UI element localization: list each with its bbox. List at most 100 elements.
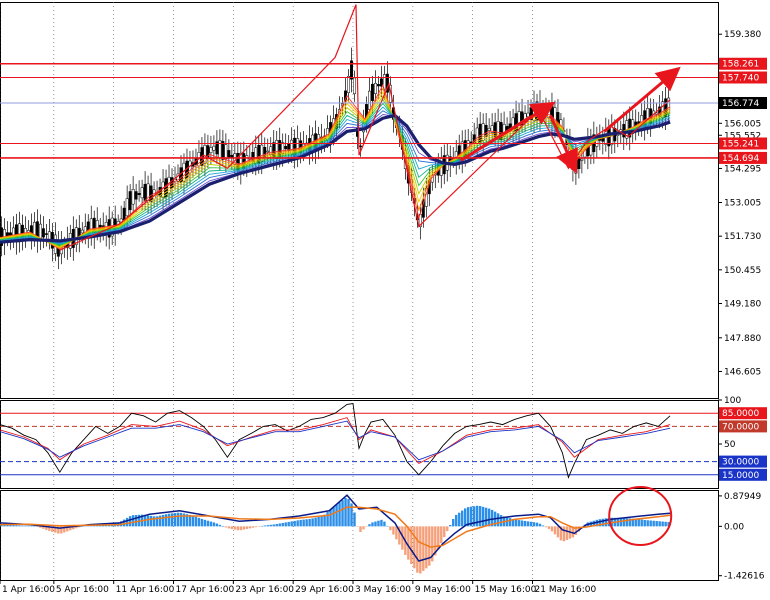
macd-histogram-bar xyxy=(266,525,269,527)
x-tick-label: 11 Apr 16:00 xyxy=(116,585,175,595)
candle-body xyxy=(143,183,147,201)
macd-histogram-bar xyxy=(541,525,545,527)
macd-histogram-bar xyxy=(290,521,293,527)
macd-histogram-bar xyxy=(380,519,383,527)
macd-histogram-bar xyxy=(517,520,521,527)
rsi-level-label: 30.0000 xyxy=(722,458,759,468)
macd-histogram-bar xyxy=(281,522,284,527)
macd-histogram-bar xyxy=(413,526,416,569)
macd-histogram-bar xyxy=(481,506,485,527)
candle-body xyxy=(374,83,377,94)
macd-histogram-bar xyxy=(625,518,628,527)
macd-histogram-bar xyxy=(293,520,296,527)
macd-histogram-bar xyxy=(263,525,266,527)
macd-histogram-bar xyxy=(365,526,368,527)
rsi-level-label: 15.0000 xyxy=(722,471,759,481)
macd-histogram-bar xyxy=(496,513,500,527)
candle-body xyxy=(161,181,165,198)
macd-histogram-bar xyxy=(601,518,605,527)
macd-histogram-bar xyxy=(272,524,275,527)
macd-histogram-bar xyxy=(553,526,557,535)
macd-histogram-bar xyxy=(622,518,625,527)
macd-histogram-bar xyxy=(419,526,422,574)
candle-body xyxy=(41,228,45,238)
macd-histogram-bar xyxy=(499,515,503,527)
price-axis-tick-label: 147.880 xyxy=(724,334,761,344)
macd-histogram-bar xyxy=(227,526,231,529)
macd-histogram-bar xyxy=(131,515,135,527)
macd-histogram-bar xyxy=(164,514,168,527)
macd-histogram-bar xyxy=(353,512,356,527)
price-axis-tick-label: 159.380 xyxy=(724,30,761,40)
macd-histogram-bar xyxy=(329,509,332,527)
macd-histogram-bar xyxy=(484,507,488,527)
macd-histogram-bar xyxy=(305,519,308,527)
macd-histogram-bar xyxy=(514,519,518,527)
macd-histogram-bar xyxy=(224,526,228,528)
macd-histogram-bar xyxy=(125,517,129,527)
price-axis-tick-label: 154.295 xyxy=(724,164,761,174)
macd-histogram-bar xyxy=(275,524,278,527)
candle-body xyxy=(212,145,216,151)
macd-histogram-bar xyxy=(422,526,425,571)
macd-histogram-bar xyxy=(146,515,150,527)
macd-histogram-bar xyxy=(455,514,458,527)
candle-body xyxy=(347,75,350,94)
macd-histogram-bar xyxy=(341,500,344,527)
macd-histogram-bar xyxy=(443,526,446,538)
macd-histogram-bar xyxy=(24,525,27,527)
candle-body xyxy=(371,83,374,101)
macd-histogram-bar xyxy=(197,517,201,527)
macd-histogram-bar xyxy=(161,514,165,527)
macd-histogram-bar xyxy=(152,516,156,527)
macd-histogram-bar xyxy=(236,526,240,531)
macd-histogram-bar xyxy=(33,525,36,527)
macd-histogram-bar xyxy=(562,526,566,542)
macd-histogram-bar xyxy=(284,522,287,527)
chart: 1 Apr 16:00 5 Apr 16:00 11 Apr 16:00 17 Apr… xyxy=(0,2,767,595)
price-level-label: 156.774 xyxy=(722,99,759,109)
candle-body xyxy=(137,193,141,196)
candle-body xyxy=(487,127,491,131)
candle-body xyxy=(125,198,129,217)
macd-axis-tick-label: -1.42616 xyxy=(724,572,765,582)
candle-body xyxy=(353,77,356,94)
candle-body xyxy=(266,150,270,153)
macd-histogram-bar xyxy=(335,504,338,527)
macd-histogram-bar xyxy=(215,523,219,527)
macd-histogram-bar xyxy=(487,508,491,527)
x-tick-label: 9 May 16:00 xyxy=(415,585,471,595)
macd-histogram-bar xyxy=(278,523,281,527)
candle-body xyxy=(532,103,536,122)
candle-body xyxy=(44,233,48,235)
macd-histogram-bar xyxy=(640,519,643,527)
macd-histogram-bar xyxy=(362,526,365,530)
macd-histogram-bar xyxy=(320,516,323,527)
candle-body xyxy=(131,189,135,205)
macd-histogram-bar xyxy=(535,522,539,527)
macd-histogram-bar xyxy=(308,518,311,527)
macd-histogram-bar xyxy=(392,526,395,535)
candle-body xyxy=(221,141,225,160)
macd-histogram-bar xyxy=(407,526,410,560)
macd-histogram-bar xyxy=(239,526,243,531)
price-axis-tick-label: 150.455 xyxy=(724,266,761,276)
macd-histogram-bar xyxy=(529,521,533,527)
macd-histogram-bar xyxy=(170,513,174,527)
macd-histogram-bar xyxy=(508,518,512,527)
macd-histogram-bar xyxy=(478,506,482,527)
macd-histogram-bar xyxy=(371,522,374,527)
candle-body xyxy=(526,112,530,117)
macd-histogram-bar xyxy=(251,526,254,528)
macd-histogram-bar xyxy=(389,526,392,531)
macd-histogram-bar xyxy=(158,515,162,527)
macd-histogram-bar xyxy=(18,525,21,527)
rsi-level-label: 70.0000 xyxy=(722,422,759,432)
macd-histogram-bar xyxy=(27,525,30,527)
macd-histogram-bar xyxy=(179,512,183,527)
macd-histogram-bar xyxy=(547,526,551,529)
price-axis-tick-label: 146.605 xyxy=(724,367,761,377)
macd-histogram-bar xyxy=(538,523,542,527)
macd-histogram-bar xyxy=(565,526,569,540)
price-axis-tick-label: 151.730 xyxy=(724,232,761,242)
